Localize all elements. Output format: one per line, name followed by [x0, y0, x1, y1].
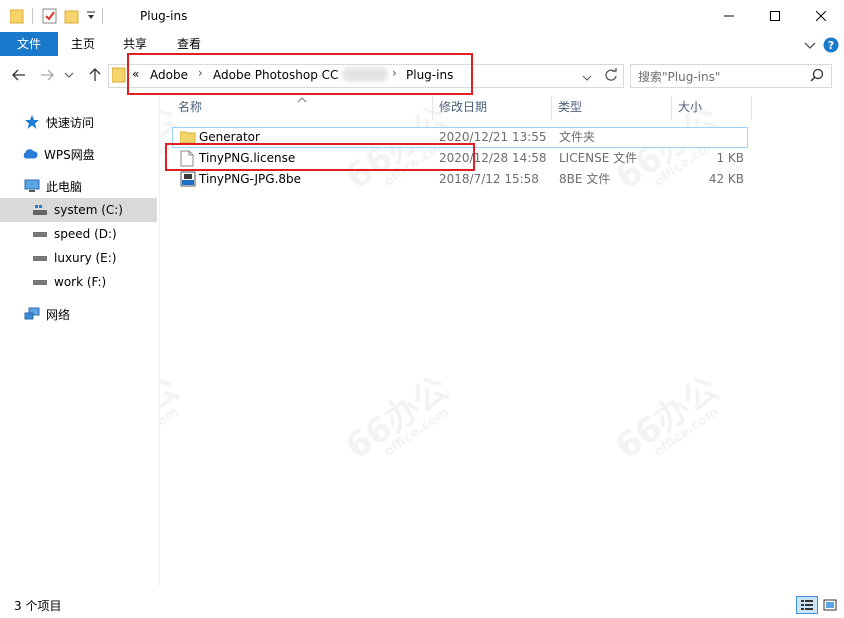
up-arrow-icon: [89, 68, 101, 81]
cloud-icon: [22, 146, 38, 162]
nav-item-label: luxury (E:): [54, 251, 117, 265]
close-button[interactable]: [798, 0, 844, 32]
large-icons-view-button[interactable]: [819, 596, 841, 614]
status-bar: [0, 590, 844, 618]
tab-home[interactable]: 主页: [62, 32, 104, 56]
maximize-icon: [770, 11, 780, 21]
back-arrow-icon: [12, 69, 25, 81]
nav-item-label: speed (D:): [54, 227, 117, 241]
new-folder-icon[interactable]: [64, 8, 80, 24]
window-title: Plug-ins: [140, 9, 188, 23]
column-header-type[interactable]: 类型: [552, 96, 672, 120]
drive-icon: [32, 274, 48, 290]
navigation-pane: [0, 96, 160, 586]
details-view-icon: [801, 600, 813, 610]
recent-locations-button[interactable]: [62, 64, 76, 86]
file-modified: 2018/7/12 15:58: [439, 172, 539, 186]
nav-item-label: 快速访问: [46, 115, 95, 130]
quick-access-toolbar-dropdown-icon[interactable]: [86, 10, 96, 22]
computer-icon: [24, 178, 40, 194]
file-type: 文件夹: [559, 130, 596, 144]
column-header-name[interactable]: 名称: [172, 96, 433, 120]
close-icon: [816, 11, 826, 21]
back-button[interactable]: [8, 64, 30, 86]
nav-item-label: work (F:): [54, 275, 107, 289]
nav-item-this-pc[interactable]: 此电脑: [0, 174, 157, 198]
nav-item-label: WPS网盘: [44, 147, 95, 162]
nav-item-label: 此电脑: [46, 179, 83, 194]
chevron-down-icon: [64, 72, 74, 78]
drive-icon: [32, 250, 48, 266]
nav-item-label: system (C:): [54, 203, 123, 217]
minimize-button[interactable]: [706, 0, 752, 32]
item-count: 3 个项目: [14, 599, 62, 613]
forward-arrow-icon: [41, 69, 54, 81]
nav-item-drive-f[interactable]: work (F:): [0, 270, 157, 294]
folder-icon: [111, 67, 126, 83]
file-size: [680, 127, 744, 148]
nav-item-quick-access[interactable]: 快速访问: [0, 110, 157, 134]
details-view-button[interactable]: [796, 596, 818, 614]
maximize-button[interactable]: [752, 0, 798, 32]
forward-button[interactable]: [36, 64, 58, 86]
nav-item-wps-drive[interactable]: WPS网盘: [0, 142, 157, 166]
nav-item-label: 网络: [46, 307, 71, 322]
nav-item-drive-e[interactable]: luxury (E:): [0, 246, 157, 270]
drive-icon: [32, 226, 48, 242]
star-icon: [24, 114, 40, 130]
file-size: 1 KB: [716, 151, 744, 165]
tab-file[interactable]: 文件: [0, 32, 58, 56]
minimize-icon: [724, 15, 734, 17]
watermark: 66办公office.com: [608, 368, 726, 468]
search-placeholder: 搜索"Plug-ins": [638, 70, 721, 84]
properties-icon[interactable]: [42, 8, 58, 24]
watermark: 66办公office.com: [338, 368, 456, 468]
expand-ribbon-icon[interactable]: [804, 40, 816, 50]
annotation-highlight: [127, 53, 473, 95]
windows-drive-icon: [32, 202, 48, 218]
file-name[interactable]: TinyPNG-JPG.8be: [199, 169, 301, 190]
nav-item-drive-d[interactable]: speed (D:): [0, 222, 157, 246]
folder-icon: [9, 8, 24, 24]
network-icon: [24, 306, 40, 322]
column-header-size[interactable]: 大小: [672, 96, 752, 120]
file-type: LICENSE 文件: [559, 151, 638, 165]
nav-item-network[interactable]: 网络: [0, 302, 157, 326]
large-icons-view-icon: [823, 599, 837, 611]
search-icon[interactable]: [810, 68, 824, 82]
folder-icon: [179, 130, 196, 144]
column-header-modified[interactable]: 修改日期: [433, 96, 552, 120]
file-size: 42 KB: [708, 172, 744, 186]
up-button[interactable]: [84, 64, 106, 86]
file-type: 8BE 文件: [559, 172, 611, 186]
nav-item-drive-c[interactable]: system (C:): [0, 198, 157, 222]
svg-text:?: ?: [828, 39, 834, 52]
plugin-icon: [180, 171, 196, 187]
refresh-icon[interactable]: [604, 68, 618, 82]
annotation-highlight: [165, 143, 475, 171]
address-dropdown-icon[interactable]: [582, 71, 592, 81]
help-icon[interactable]: ?: [823, 37, 839, 53]
